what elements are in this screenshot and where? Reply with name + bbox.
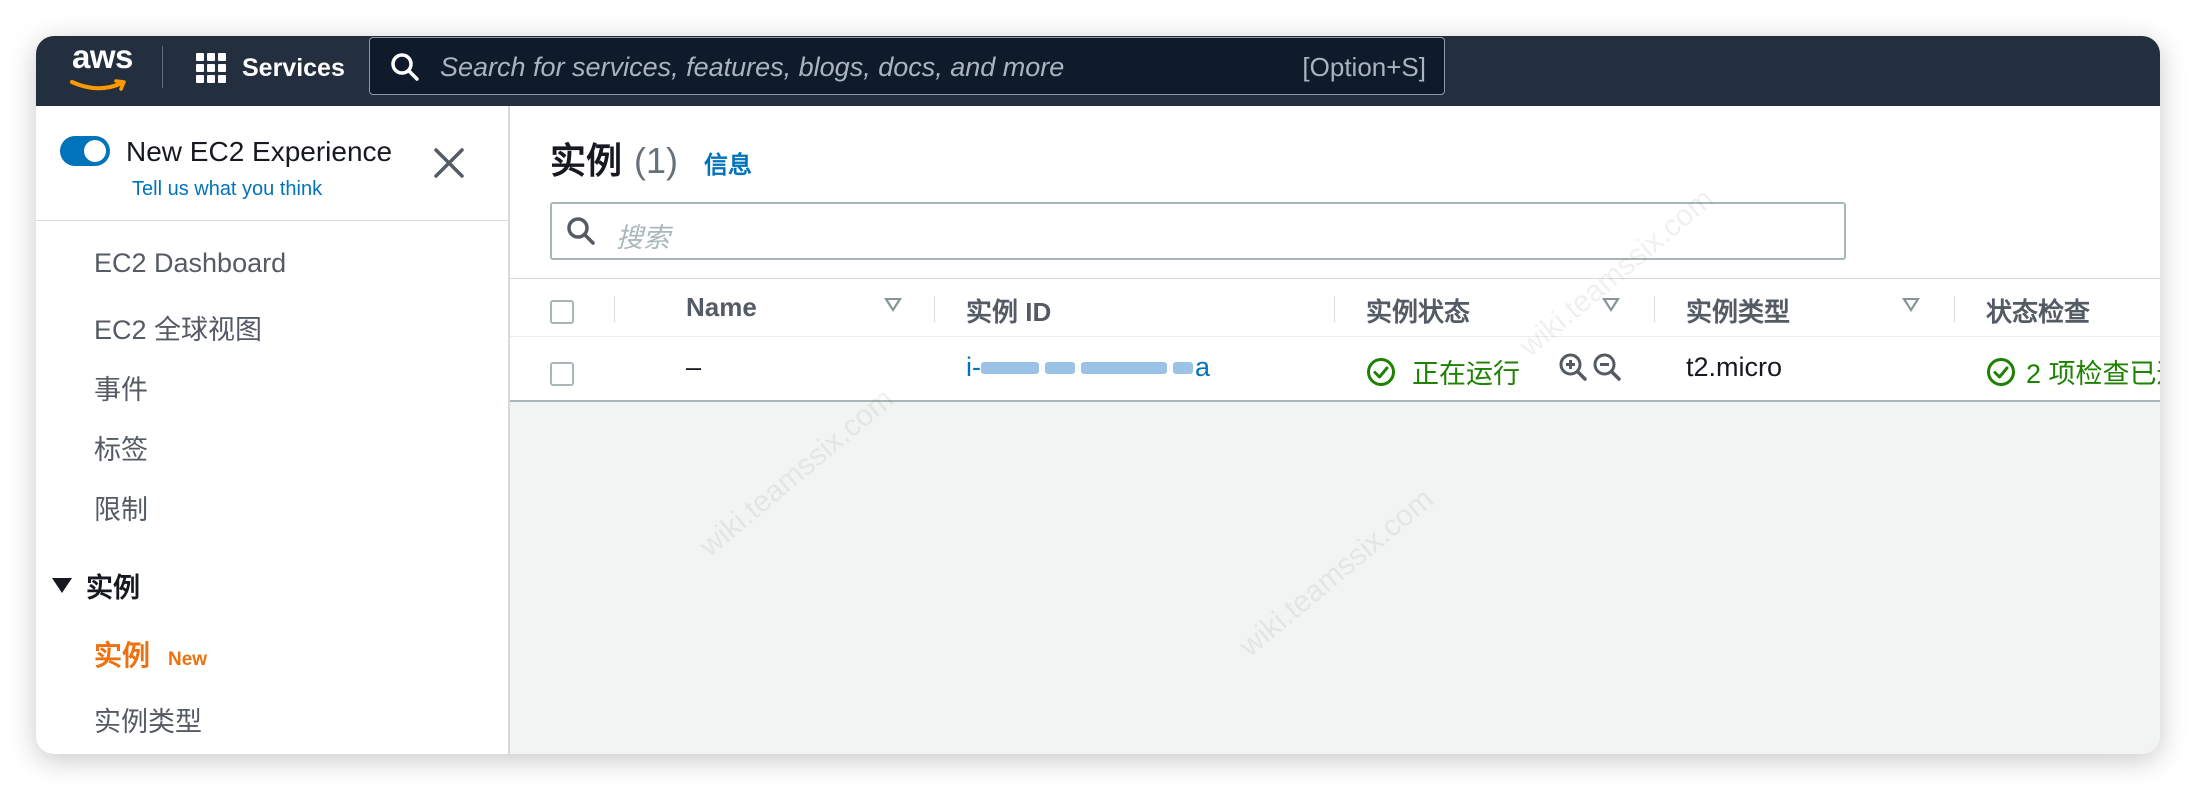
nav-item-events[interactable]: 事件 [94, 368, 148, 407]
cell-status-check[interactable]: 2 项检查已通过 [1986, 352, 2160, 391]
row-checkbox[interactable] [550, 362, 574, 386]
check-circle-icon [1987, 357, 2015, 386]
page-title: 实例 (1) 信息 [550, 132, 752, 184]
topbar-divider [162, 46, 163, 88]
table-header-border [510, 278, 2160, 279]
sort-icon[interactable] [884, 298, 902, 312]
nav-item-instance-types[interactable]: 实例类型 [94, 700, 202, 739]
aws-top-navigation: aws Services Search for services, featur… [36, 36, 2160, 106]
zoom-in-icon[interactable] [1558, 352, 1588, 382]
column-header-name[interactable]: Name [686, 292, 757, 323]
instance-state-text: 正在运行 [1412, 359, 1520, 389]
column-header-instance-type[interactable]: 实例类型 [1686, 292, 1790, 329]
close-icon[interactable] [432, 146, 466, 180]
table-header-bottom-border [510, 336, 2160, 337]
services-label: Services [242, 53, 345, 82]
redacted-id-segment [1173, 361, 1193, 374]
feedback-link[interactable]: Tell us what you think [132, 178, 322, 201]
check-circle-icon [1367, 357, 1395, 386]
nav-item-ec2-dashboard[interactable]: EC2 Dashboard [94, 248, 286, 279]
nav-item-tags[interactable]: 标签 [94, 428, 148, 467]
state-zoom-controls [1558, 352, 1622, 382]
cell-name: – [686, 352, 702, 382]
ec2-sidebar: New EC2 Experience Tell us what you thin… [36, 106, 510, 754]
instance-id-suffix: a [1195, 352, 1211, 382]
search-icon [391, 53, 419, 81]
browser-window: aws Services Search for services, featur… [36, 36, 2160, 754]
nav-item-instances[interactable]: 实例 New [94, 634, 207, 674]
sidebar-divider [36, 220, 508, 221]
column-separator [1954, 296, 1955, 322]
new-experience-toggle[interactable] [60, 136, 110, 166]
select-all-checkbox[interactable] [550, 300, 574, 324]
search-placeholder: Search for services, features, blogs, do… [440, 52, 1065, 82]
instance-count: (1) [634, 140, 679, 181]
cell-instance-id-link[interactable]: i- a [966, 352, 1210, 383]
status-check-text: 2 项检查已通过 [2026, 359, 2160, 389]
sort-icon[interactable] [1902, 298, 1920, 312]
global-search-input[interactable]: Search for services, features, blogs, do… [369, 37, 1445, 95]
aws-smile-icon [70, 79, 126, 91]
nav-section-instances[interactable]: 实例 [52, 566, 140, 605]
search-shortcut-hint: [Option+S] [1302, 52, 1426, 82]
column-separator [614, 296, 615, 322]
nav-section-label: 实例 [86, 573, 140, 603]
column-separator [1654, 296, 1655, 322]
new-badge: New [168, 649, 208, 670]
new-experience-title: New EC2 Experience [126, 136, 393, 167]
redacted-id-segment [1081, 361, 1167, 374]
filter-placeholder: 搜索 [616, 223, 670, 253]
instances-table-panel: 实例 (1) 信息 搜索 Name 实例 ID 实例状态 实例类型 状态检查 –… [510, 106, 2160, 402]
nav-item-global-view[interactable]: EC2 全球视图 [94, 308, 262, 347]
aws-logo[interactable]: aws [64, 38, 136, 96]
redacted-id-segment [1045, 361, 1075, 374]
nav-item-limits[interactable]: 限制 [94, 488, 148, 527]
column-header-instance-state[interactable]: 实例状态 [1366, 292, 1470, 329]
aws-logo-text: aws [72, 38, 133, 75]
column-separator [1334, 296, 1335, 322]
search-icon [567, 217, 595, 245]
zoom-out-icon[interactable] [1592, 352, 1622, 382]
main-content: 实例 (1) 信息 搜索 Name 实例 ID 实例状态 实例类型 状态检查 –… [510, 106, 2160, 754]
info-link[interactable]: 信息 [704, 145, 752, 180]
column-separator [934, 296, 935, 322]
grid-icon [196, 53, 226, 83]
toggle-knob [84, 140, 106, 162]
column-header-status-check[interactable]: 状态检查 [1986, 292, 2090, 329]
sort-icon[interactable] [1602, 298, 1620, 312]
services-menu-button[interactable]: Services [196, 50, 345, 86]
column-header-instance-id[interactable]: 实例 ID [966, 292, 1051, 329]
cell-instance-type: t2.micro [1686, 352, 1783, 382]
cell-instance-state: 正在运行 [1366, 352, 1520, 391]
page-title-text: 实例 [550, 140, 623, 181]
nav-item-instances-label: 实例 [94, 640, 151, 671]
caret-down-icon [52, 578, 72, 593]
redacted-id-segment [981, 361, 1039, 374]
instance-filter-input[interactable]: 搜索 [550, 202, 1846, 260]
instance-id-prefix: i- [966, 352, 981, 382]
